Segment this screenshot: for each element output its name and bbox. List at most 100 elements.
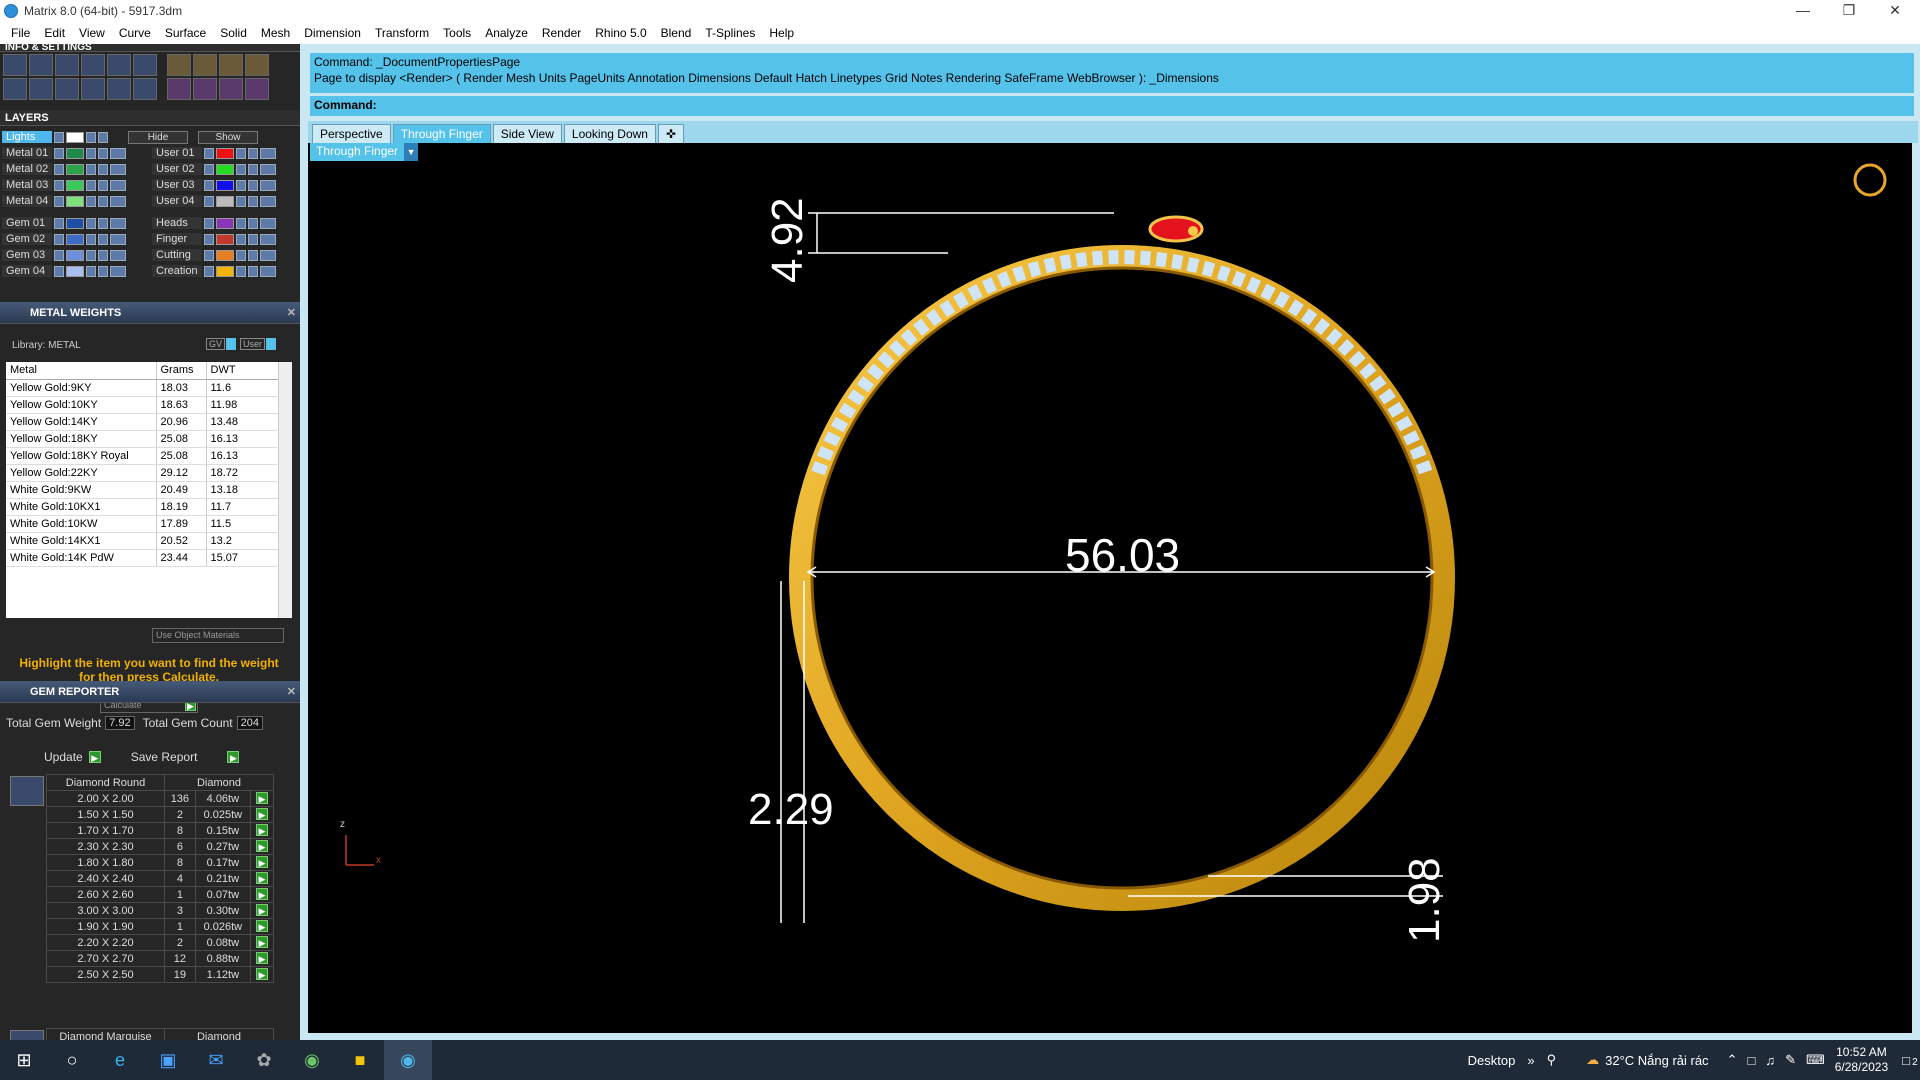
people-icon[interactable]: ⚲ <box>1547 1052 1557 1068</box>
minimize-button[interactable]: — <box>1780 0 1826 22</box>
layer-lock-icon[interactable] <box>86 249 96 261</box>
gem-reporter-close-icon[interactable]: ✕ <box>287 681 296 703</box>
layer-row[interactable]: Metal 04 <box>2 194 126 208</box>
metal-row[interactable]: Yellow Gold:14KY 20.96 13.48 <box>6 413 278 431</box>
top-dimension[interactable]: 4.92 <box>763 197 813 283</box>
layer-arrow-icon[interactable] <box>204 249 214 261</box>
layer-arrow-icon[interactable] <box>204 233 214 245</box>
layer-color-swatch[interactable] <box>66 233 84 245</box>
use-object-materials-button[interactable]: Use Object Materials <box>152 628 284 643</box>
update-go-icon[interactable]: ▶ <box>88 751 101 763</box>
layer-visible-icon[interactable] <box>98 179 108 191</box>
metal-row[interactable]: Yellow Gold:22KY 29.12 18.72 <box>6 464 278 482</box>
layer-extra-icon[interactable] <box>260 147 276 159</box>
layer-extra-icon[interactable] <box>110 163 126 175</box>
menu-blend[interactable]: Blend <box>654 26 699 40</box>
layer-extra-icon[interactable] <box>260 195 276 207</box>
layer-row[interactable]: Gem 04 <box>2 264 126 278</box>
tab-perspective[interactable]: Perspective <box>312 124 391 143</box>
search-icon[interactable]: ○ <box>48 1040 96 1080</box>
menu-mesh[interactable]: Mesh <box>254 26 297 40</box>
snap-tool-icon[interactable] <box>193 78 218 100</box>
right-dimension[interactable]: 1.98 <box>1400 857 1450 943</box>
gem-row[interactable]: 2.30 X 2.30 6 0.27tw ▶ <box>46 838 275 855</box>
menu-help[interactable]: Help <box>762 26 801 40</box>
layer-lock-icon[interactable] <box>86 147 96 159</box>
layer-lock-icon[interactable] <box>86 217 96 229</box>
layer-color-swatch[interactable] <box>66 163 84 175</box>
metal-row[interactable]: White Gold:14KX1 20.52 13.2 <box>6 532 278 550</box>
layer-lock-icon[interactable] <box>236 265 246 277</box>
paint-tool-icon[interactable] <box>167 78 192 100</box>
layer-arrow-icon[interactable] <box>54 217 64 229</box>
layer-row[interactable]: Cutting <box>152 248 276 262</box>
layer-visible-icon[interactable] <box>98 195 108 207</box>
menu-curve[interactable]: Curve <box>112 26 158 40</box>
layer-row[interactable]: Finger <box>152 232 276 246</box>
layer-arrow-icon[interactable] <box>204 163 214 175</box>
metal-row[interactable]: White Gold:10KW 17.89 11.5 <box>6 515 278 533</box>
layer-arrow-icon[interactable] <box>54 147 64 159</box>
layer-visible-icon[interactable] <box>248 217 258 229</box>
metal-weights-scrollbar[interactable] <box>278 362 292 618</box>
hide-button[interactable]: Hide <box>128 130 188 144</box>
layer-arrow-icon[interactable] <box>54 179 64 191</box>
layer-row[interactable]: Metal 03 <box>2 178 126 192</box>
view-cube-ring-icon[interactable] <box>1853 163 1887 197</box>
layer-visible-icon[interactable] <box>248 163 258 175</box>
render-tool-icon[interactable] <box>55 54 79 76</box>
user-button[interactable]: User <box>240 338 266 350</box>
command-input[interactable]: Command: <box>310 96 1914 116</box>
pen-icon[interactable]: ✎ <box>1785 1052 1796 1068</box>
windows-start-icon[interactable]: ⊞ <box>0 1040 48 1080</box>
col-dwt[interactable]: DWT <box>205 362 278 380</box>
gv-button[interactable]: GV <box>206 338 226 350</box>
keyboard-icon[interactable]: ⌨ <box>1806 1052 1825 1068</box>
save-report-go-icon[interactable]: ▶ <box>227 751 240 763</box>
menu-tsplines[interactable]: T-Splines <box>698 26 762 40</box>
diameter-dimension[interactable]: 56.03 <box>1065 528 1180 582</box>
layer-visible-icon[interactable] <box>248 147 258 159</box>
layer-visible-icon[interactable] <box>98 163 108 175</box>
menu-rhino[interactable]: Rhino 5.0 <box>588 26 653 40</box>
gem-row[interactable]: 2.50 X 2.50 19 1.12tw ▶ <box>46 966 275 983</box>
menu-file[interactable]: File <box>4 26 37 40</box>
metal-row[interactable]: White Gold:9KW 20.49 13.18 <box>6 481 278 499</box>
layer-lock-icon[interactable] <box>236 249 246 261</box>
tray-chevron-icon[interactable]: ⌃ <box>1727 1052 1738 1068</box>
menu-analyze[interactable]: Analyze <box>478 26 535 40</box>
gem-row[interactable]: 2.40 X 2.40 4 0.21tw ▶ <box>46 870 275 887</box>
layer-row[interactable]: Creation <box>152 264 276 278</box>
settings-tool-icon[interactable] <box>3 54 27 76</box>
left-dimension[interactable]: 2.29 <box>748 785 834 835</box>
viewport[interactable]: 56.03 4.92 2.29 1.98 z x <box>308 143 1912 1033</box>
light-tool-icon[interactable] <box>219 78 244 100</box>
gem-row[interactable]: 2.70 X 2.70 12 0.88tw ▶ <box>46 950 275 967</box>
layer-color-swatch[interactable] <box>216 147 234 159</box>
menu-surface[interactable]: Surface <box>158 26 213 40</box>
layer-extra-icon[interactable] <box>110 217 126 229</box>
layer-extra-icon[interactable] <box>260 233 276 245</box>
layer-visible-icon[interactable] <box>248 179 258 191</box>
layer-visible-icon[interactable] <box>98 217 108 229</box>
layer-row[interactable]: User 03 <box>152 178 276 192</box>
metal-row[interactable]: Yellow Gold:9KY 18.03 11.6 <box>6 379 278 397</box>
layer-lock-icon[interactable] <box>86 195 96 207</box>
close-button[interactable]: ✕ <box>1872 0 1918 22</box>
layer-arrow-icon[interactable] <box>204 217 214 229</box>
gem-select-icon[interactable]: ▶ <box>249 870 275 887</box>
layer-color-swatch[interactable] <box>216 195 234 207</box>
gem-row[interactable]: 3.00 X 3.00 3 0.30tw ▶ <box>46 902 275 919</box>
metal-row[interactable]: Yellow Gold:10KY 18.63 11.98 <box>6 396 278 414</box>
layer-arrow-icon[interactable] <box>204 147 214 159</box>
layer-extra-icon[interactable] <box>110 249 126 261</box>
lights-color-swatch[interactable] <box>66 131 84 143</box>
desktop-toolbar[interactable]: Desktop <box>1468 1053 1516 1068</box>
gem-select-icon[interactable]: ▶ <box>249 934 275 951</box>
layer-color-swatch[interactable] <box>66 179 84 191</box>
add-tab-icon[interactable]: ✜ <box>657 124 685 143</box>
user-toggle-icon[interactable] <box>266 338 277 350</box>
layer-color-swatch[interactable] <box>66 217 84 229</box>
layer-lock-icon[interactable] <box>86 265 96 277</box>
frame-tool-icon[interactable] <box>219 54 244 76</box>
